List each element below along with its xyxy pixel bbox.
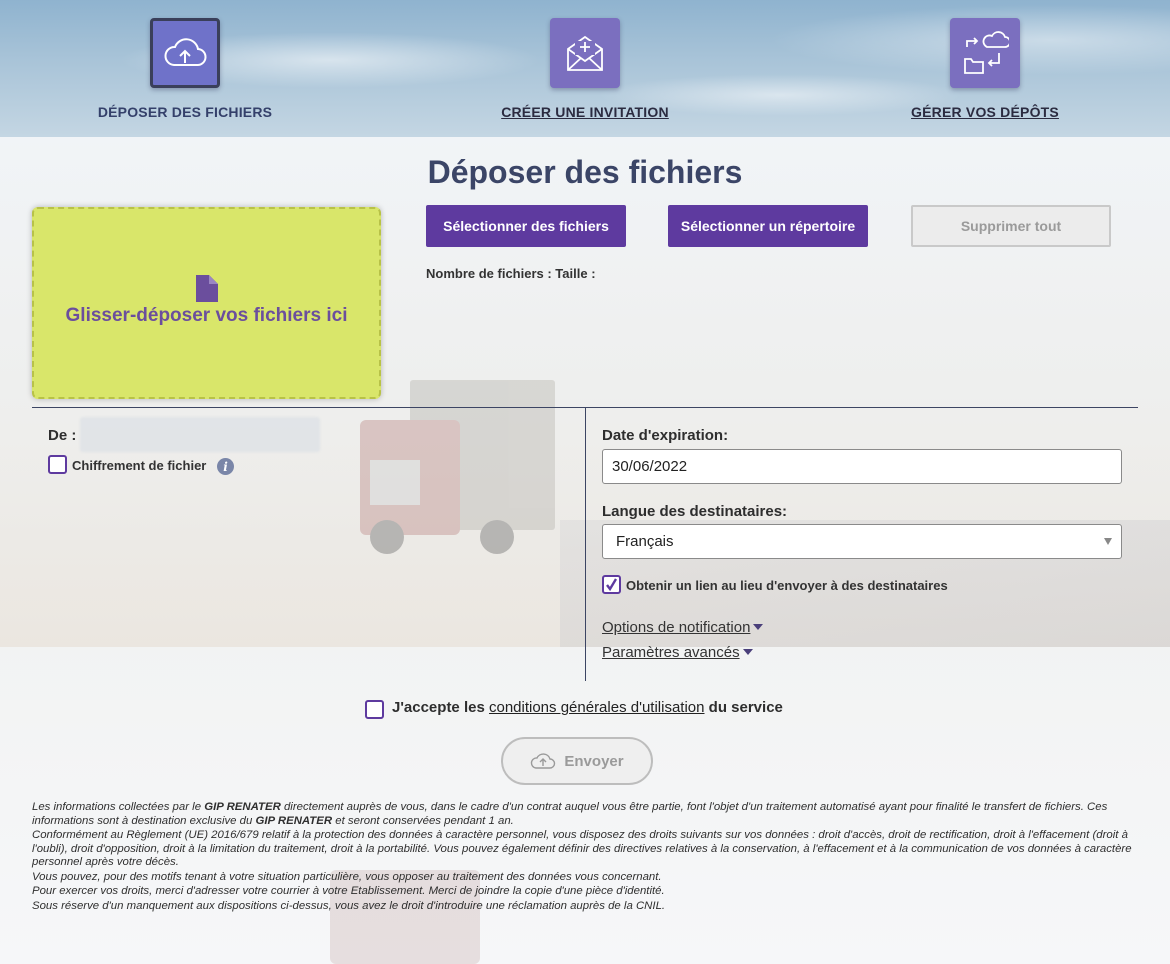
legal-paragraph: Vous pouvez, pour des motifs tenant à vo… [32, 870, 662, 883]
column-divider [585, 407, 586, 681]
language-select[interactable]: Français [602, 524, 1122, 559]
terms-checkbox[interactable] [365, 700, 384, 719]
terms-text: J'accepte les conditions générales d'uti… [392, 699, 783, 716]
notification-options-label: Options de notification [602, 619, 751, 636]
delete-all-button[interactable]: Supprimer tout [911, 205, 1111, 247]
file-count-info: Nombre de fichiers : Taille : [426, 266, 596, 281]
envelope-plus-icon [550, 18, 620, 88]
expiry-date-input[interactable]: 30/06/2022 [602, 449, 1122, 484]
legal-paragraph: Conformément au Règlement (UE) 2016/679 … [32, 829, 1132, 868]
language-select-value: Français [616, 533, 674, 550]
cloud-upload-icon [150, 18, 220, 88]
legal-paragraph: Les informations collectées par le GIP R… [32, 801, 1108, 827]
file-dropzone[interactable]: Glisser-déposer vos fichiers ici [32, 207, 381, 399]
advanced-settings-label: Paramètres avancés [602, 644, 740, 661]
from-value-redacted [80, 417, 320, 452]
select-files-button[interactable]: Sélectionner des fichiers [426, 205, 626, 247]
encryption-label: Chiffrement de fichier [72, 458, 207, 473]
send-button[interactable]: Envoyer [501, 737, 653, 785]
send-button-label: Envoyer [564, 752, 624, 770]
nav-upload[interactable]: DÉPOSER DES FICHIERS [55, 18, 315, 120]
encryption-checkbox[interactable] [48, 455, 67, 474]
terms-suffix: du service [708, 699, 783, 716]
from-label: De : [48, 427, 77, 444]
expiry-label: Date d'expiration: [602, 427, 729, 444]
dropzone-text: Glisser-déposer vos fichiers ici [65, 305, 348, 326]
legal-notice: Les informations collectées par le GIP R… [32, 801, 1140, 914]
chevron-down-icon [1104, 538, 1112, 545]
nav-transfers[interactable]: GÉRER VOS DÉPÔTS [855, 18, 1115, 120]
caret-down-icon [742, 649, 753, 655]
background-truck-image [330, 380, 555, 554]
transfers-icon [950, 18, 1020, 88]
nav-transfers-label: GÉRER VOS DÉPÔTS [911, 104, 1059, 120]
legal-paragraph: Sous réserve d'un manquement aux disposi… [32, 899, 666, 912]
get-link-label: Obtenir un lien au lieu d'envoyer à des … [626, 578, 948, 593]
get-link-checkbox[interactable] [602, 575, 621, 594]
terms-link[interactable]: conditions générales d'utilisation [489, 699, 705, 716]
info-icon[interactable]: i [217, 458, 234, 475]
nav-invitation[interactable]: CRÉER UNE INVITATION [455, 18, 715, 120]
legal-paragraph: Pour exercer vos droits, merci d'adresse… [32, 885, 665, 897]
cloud-upload-icon [531, 753, 556, 769]
terms-prefix: J'accepte les [392, 699, 485, 716]
select-directory-button[interactable]: Sélectionner un répertoire [668, 205, 868, 247]
page-title: Déposer des fichiers [427, 154, 743, 190]
file-icon [196, 275, 218, 307]
nav-invitation-label: CRÉER UNE INVITATION [501, 104, 669, 120]
notification-options-toggle[interactable]: Options de notification [602, 619, 764, 636]
language-label: Langue des destinataires: [602, 503, 788, 520]
checkmark-icon [606, 578, 618, 591]
nav-upload-label: DÉPOSER DES FICHIERS [97, 104, 273, 120]
advanced-settings-toggle[interactable]: Paramètres avancés [602, 644, 753, 661]
caret-down-icon [753, 624, 764, 630]
